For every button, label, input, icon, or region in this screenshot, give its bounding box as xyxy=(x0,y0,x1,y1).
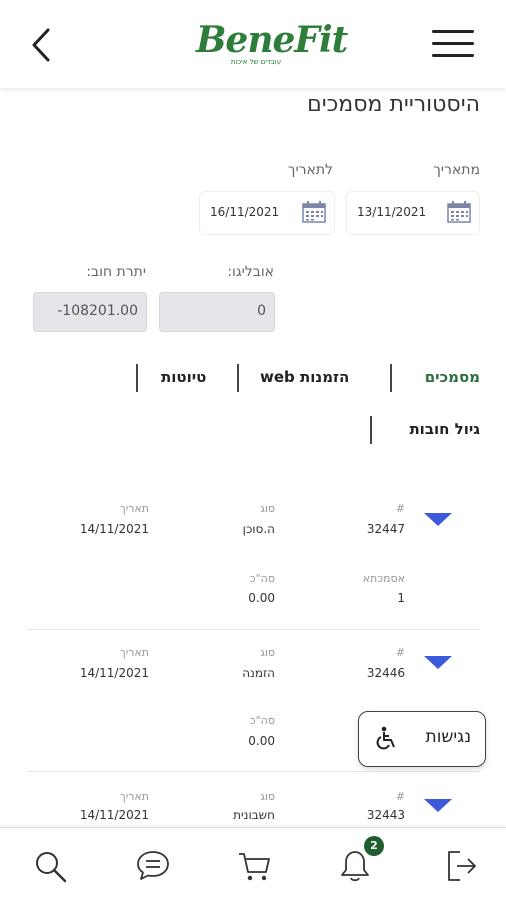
row-number-label: # xyxy=(395,502,405,515)
page-title: היסטוריית מסמכים xyxy=(307,92,480,117)
bottom-navigation xyxy=(0,827,506,901)
chat-icon[interactable] xyxy=(135,848,171,884)
accessibility-label: נגישות xyxy=(425,727,471,747)
tab-separator xyxy=(370,416,372,444)
to-date-label: לתאריך xyxy=(287,162,333,178)
to-date-value: 16/11/2021 xyxy=(210,205,280,219)
row-total: 0.00 xyxy=(248,591,275,605)
obligo-value: 0 xyxy=(257,303,266,319)
chevron-down-icon[interactable] xyxy=(424,656,452,669)
obligo-field: 0 xyxy=(159,292,275,332)
logo-wordmark: BeneFit xyxy=(196,19,348,61)
row-total: 0.00 xyxy=(248,734,275,748)
logout-icon[interactable] xyxy=(444,848,480,884)
row-type: ה.סוכן xyxy=(242,522,275,536)
calendar-icon[interactable] xyxy=(302,201,326,223)
debt-balance-value: -108201.00 xyxy=(57,303,138,319)
cart-icon[interactable] xyxy=(237,848,273,884)
tab-debt-aging[interactable]: גיול חובות xyxy=(409,420,480,438)
from-date-label: מתאריך xyxy=(433,162,480,178)
accessibility-button[interactable]: נגישות xyxy=(358,711,486,767)
tab-web-orders[interactable]: הזמנות web xyxy=(260,368,349,386)
row-date-label: תאריך xyxy=(119,646,149,659)
back-icon[interactable] xyxy=(28,26,58,64)
chevron-down-icon[interactable] xyxy=(424,513,452,526)
row-type-label: סוג xyxy=(260,646,275,659)
row-number: 32447 xyxy=(366,522,405,536)
wheelchair-icon xyxy=(376,726,395,750)
row-date: 14/11/2021 xyxy=(79,808,149,822)
row-date: 14/11/2021 xyxy=(79,666,149,680)
row-number: 32446 xyxy=(366,666,405,680)
row-total-label: סה"כ xyxy=(249,714,275,727)
tab-documents[interactable]: מסמכים xyxy=(425,368,480,386)
chevron-down-icon[interactable] xyxy=(424,799,452,812)
tab-separator xyxy=(390,364,392,392)
row-number-label: # xyxy=(395,646,405,659)
to-date-field[interactable]: 16/11/2021 xyxy=(199,191,335,235)
debt-balance-label: יתרת חוב: xyxy=(86,264,146,280)
row-type: הזמנה xyxy=(242,666,275,680)
row-date-label: תאריך xyxy=(119,502,149,515)
from-date-field[interactable]: 13/11/2021 xyxy=(346,191,480,235)
row-total-label: סה"כ xyxy=(249,572,275,585)
tab-drafts[interactable]: טיוטות xyxy=(161,368,206,386)
tab-separator xyxy=(237,364,239,392)
hamburger-menu-icon[interactable] xyxy=(432,28,474,60)
row-number-label: # xyxy=(395,790,405,803)
row-divider xyxy=(28,629,480,630)
calendar-icon[interactable] xyxy=(447,201,471,223)
row-divider xyxy=(28,771,480,772)
debt-balance-field: -108201.00 xyxy=(33,292,147,332)
row-date-label: תאריך xyxy=(119,790,149,803)
row-number: 32443 xyxy=(366,808,405,822)
from-date-value: 13/11/2021 xyxy=(357,205,427,219)
benefit-logo: BeneFit עובדים של איכות xyxy=(196,18,348,78)
tab-separator xyxy=(136,364,138,392)
row-reference-label: אסמכתא xyxy=(362,572,405,585)
row-date: 14/11/2021 xyxy=(79,522,149,536)
obligo-label: אובליגו: xyxy=(227,264,274,280)
row-reference: 1 xyxy=(397,591,405,605)
row-type: חשבונית xyxy=(233,808,275,822)
row-type-label: סוג xyxy=(260,790,275,803)
row-type-label: סוג xyxy=(260,502,275,515)
notification-badge: 2 xyxy=(364,836,384,856)
search-icon[interactable] xyxy=(32,848,68,884)
